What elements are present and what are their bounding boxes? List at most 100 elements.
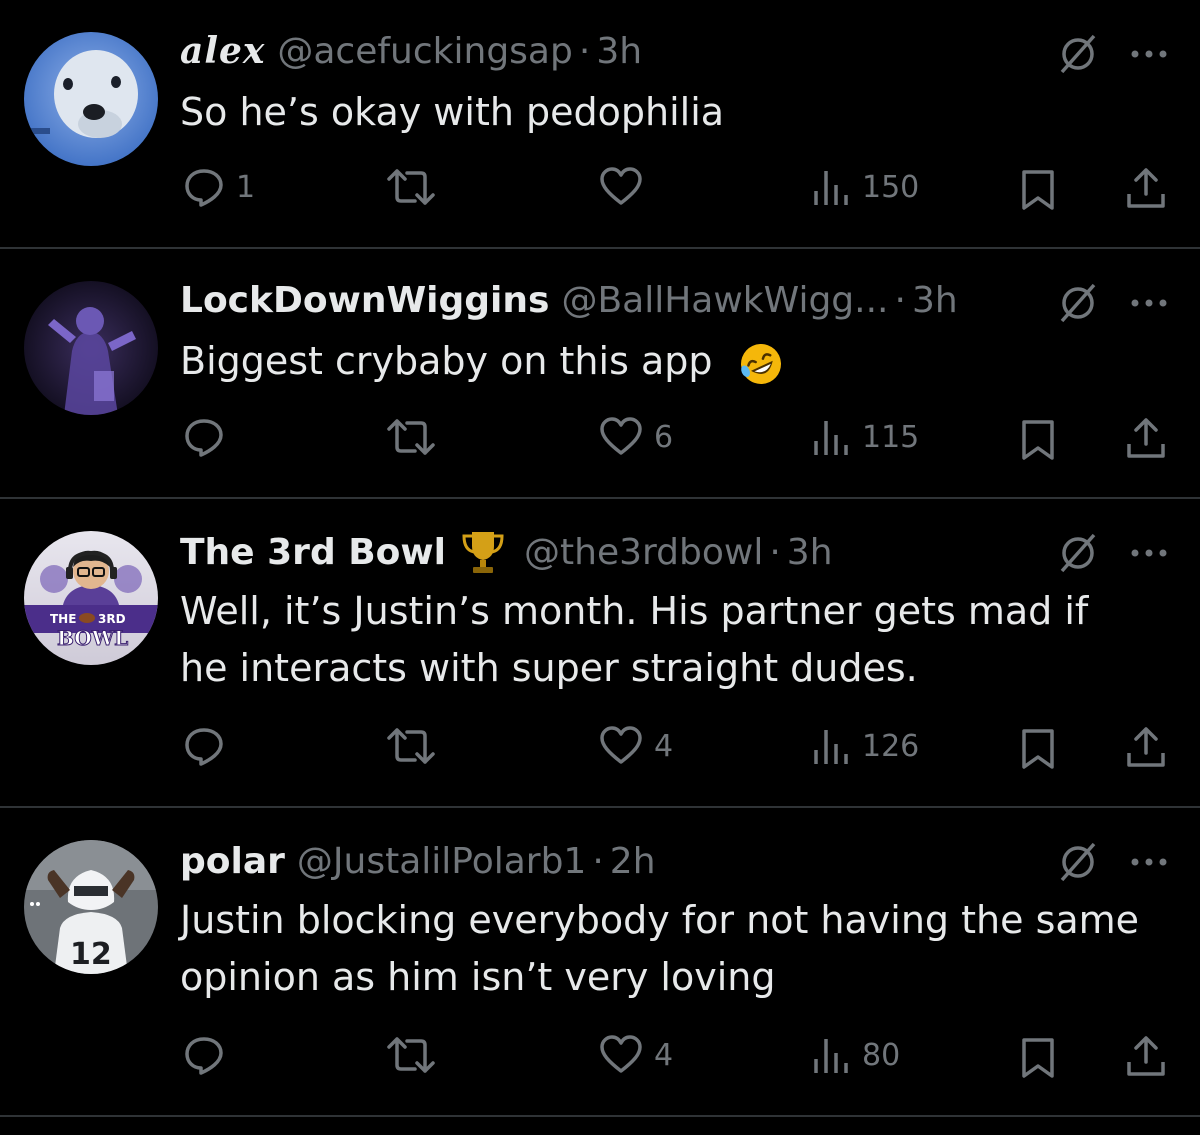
reply-text-content: Biggest crybaby on this app: [180, 339, 713, 383]
reply-header: LockDownWiggins @BallHawkWigg... · 3h: [180, 275, 958, 325]
reply-header: alex @acefuckingsap · 3h: [180, 26, 642, 76]
view-count: 80: [862, 1037, 901, 1073]
mute-icon[interactable]: [1054, 529, 1102, 577]
mute-icon[interactable]: [1054, 838, 1102, 886]
reply-text: Justin blocking everybody for not having…: [180, 898, 1140, 999]
share-button[interactable]: [1124, 162, 1168, 212]
more-icon[interactable]: [1126, 280, 1172, 326]
reply-icon: [185, 419, 223, 457]
display-name[interactable]: LockDownWiggins: [180, 280, 549, 321]
display-name[interactable]: alex: [180, 30, 265, 72]
timestamp[interactable]: 3h: [787, 532, 833, 573]
user-handle[interactable]: @BallHawkWigg...: [561, 280, 888, 321]
reply-button[interactable]: 1: [182, 162, 255, 212]
heart-icon: [600, 167, 642, 205]
avatar-text-bottom: BOWL: [57, 626, 128, 650]
views-icon: [814, 171, 848, 205]
bookmark-icon: [1022, 170, 1054, 210]
share-icon: [1127, 168, 1165, 208]
reply-item[interactable]: LockDownWiggins @BallHawkWigg... · 3h Bi…: [0, 249, 1200, 498]
share-icon: [1127, 418, 1165, 458]
like-button[interactable]: [598, 162, 654, 212]
reply-item[interactable]: alex @acefuckingsap · 3h So he’s okay wi…: [0, 0, 1200, 248]
share-button[interactable]: [1124, 412, 1168, 462]
mute-icon[interactable]: [1054, 279, 1102, 327]
retweet-icon: [387, 728, 435, 764]
reply-count: 1: [236, 169, 256, 205]
avatar[interactable]: 12: [24, 840, 158, 974]
separator-dot: ·: [769, 531, 781, 573]
like-button[interactable]: 4: [598, 721, 673, 771]
retweet-button[interactable]: [383, 412, 449, 462]
user-handle[interactable]: @JustalilPolarb1: [297, 841, 586, 882]
display-name[interactable]: polar: [180, 841, 285, 882]
timestamp[interactable]: 2h: [610, 841, 656, 882]
retweet-button[interactable]: [383, 1030, 449, 1080]
reply-button[interactable]: [182, 412, 236, 462]
bookmark-icon: [1022, 1038, 1054, 1078]
reply-header: The 3rd Bowl @the3rdbowl · 3h: [180, 527, 833, 577]
bookmark-button[interactable]: [1018, 415, 1058, 465]
reply-item[interactable]: THE 3RD BOWL The 3rd Bowl @the3rdbowl · …: [0, 499, 1200, 807]
avatar-jersey-number: 12: [70, 937, 112, 972]
like-button[interactable]: 6: [598, 412, 673, 462]
reply-icon: [185, 728, 223, 766]
heart-icon: [600, 417, 642, 455]
view-count: 126: [862, 728, 920, 764]
views-icon: [814, 730, 848, 764]
views-button[interactable]: 150: [810, 162, 919, 212]
views-button[interactable]: 80: [810, 1030, 900, 1080]
views-icon: [814, 421, 848, 455]
views-button[interactable]: 126: [810, 721, 919, 771]
heart-icon: [600, 726, 642, 764]
reply-item[interactable]: 12 polar @JustalilPolarb1 · 2h Justin bl…: [0, 808, 1200, 1116]
view-count: 150: [862, 169, 920, 205]
like-button[interactable]: 4: [598, 1030, 673, 1080]
more-icon[interactable]: [1126, 31, 1172, 77]
reply-text: Well, it’s Justin’s month. His partner g…: [180, 589, 1089, 690]
avatar-text-left: THE: [50, 612, 76, 626]
user-handle[interactable]: @the3rdbowl: [524, 532, 763, 573]
avatar[interactable]: [24, 32, 158, 166]
share-button[interactable]: [1124, 721, 1168, 771]
retweet-icon: [387, 1037, 435, 1073]
timestamp[interactable]: 3h: [912, 280, 958, 321]
bookmark-button[interactable]: [1018, 165, 1058, 215]
share-icon: [1127, 1036, 1165, 1076]
reply-text: Biggest crybaby on this app: [180, 333, 1180, 390]
retweet-button[interactable]: [383, 162, 449, 212]
avatar[interactable]: THE 3RD BOWL: [24, 531, 158, 665]
separator-dot: ·: [592, 840, 604, 882]
like-count: 6: [654, 419, 674, 455]
retweet-icon: [387, 419, 435, 455]
more-icon[interactable]: [1126, 530, 1172, 576]
bookmark-icon: [1022, 420, 1054, 460]
user-handle[interactable]: @acefuckingsap: [277, 31, 572, 72]
reply-button[interactable]: [182, 1030, 236, 1080]
reply-button[interactable]: [182, 721, 236, 771]
reply-text: So he’s okay with pedophilia: [180, 90, 725, 134]
retweet-icon: [387, 169, 435, 205]
views-icon: [814, 1039, 848, 1073]
avatar[interactable]: [24, 281, 158, 415]
separator-dot: ·: [578, 30, 591, 72]
heart-icon: [600, 1035, 642, 1073]
avatar-text-right: 3RD: [98, 612, 126, 626]
like-count: 4: [654, 1037, 674, 1073]
display-name[interactable]: The 3rd Bowl: [180, 532, 446, 573]
trophy-icon: [460, 528, 506, 576]
bookmark-icon: [1022, 729, 1054, 769]
bookmark-button[interactable]: [1018, 724, 1058, 774]
views-button[interactable]: 115: [810, 412, 919, 462]
timestamp[interactable]: 3h: [596, 31, 642, 72]
bookmark-button[interactable]: [1018, 1033, 1058, 1083]
share-icon: [1127, 727, 1165, 767]
retweet-button[interactable]: [383, 721, 449, 771]
separator-dot: ·: [894, 279, 906, 321]
mute-icon[interactable]: [1054, 30, 1102, 78]
reply-header: polar @JustalilPolarb1 · 2h: [180, 836, 656, 886]
reply-icon: [185, 1037, 223, 1075]
more-icon[interactable]: [1126, 839, 1172, 885]
rofl-emoji: [737, 340, 785, 388]
share-button[interactable]: [1124, 1030, 1168, 1080]
